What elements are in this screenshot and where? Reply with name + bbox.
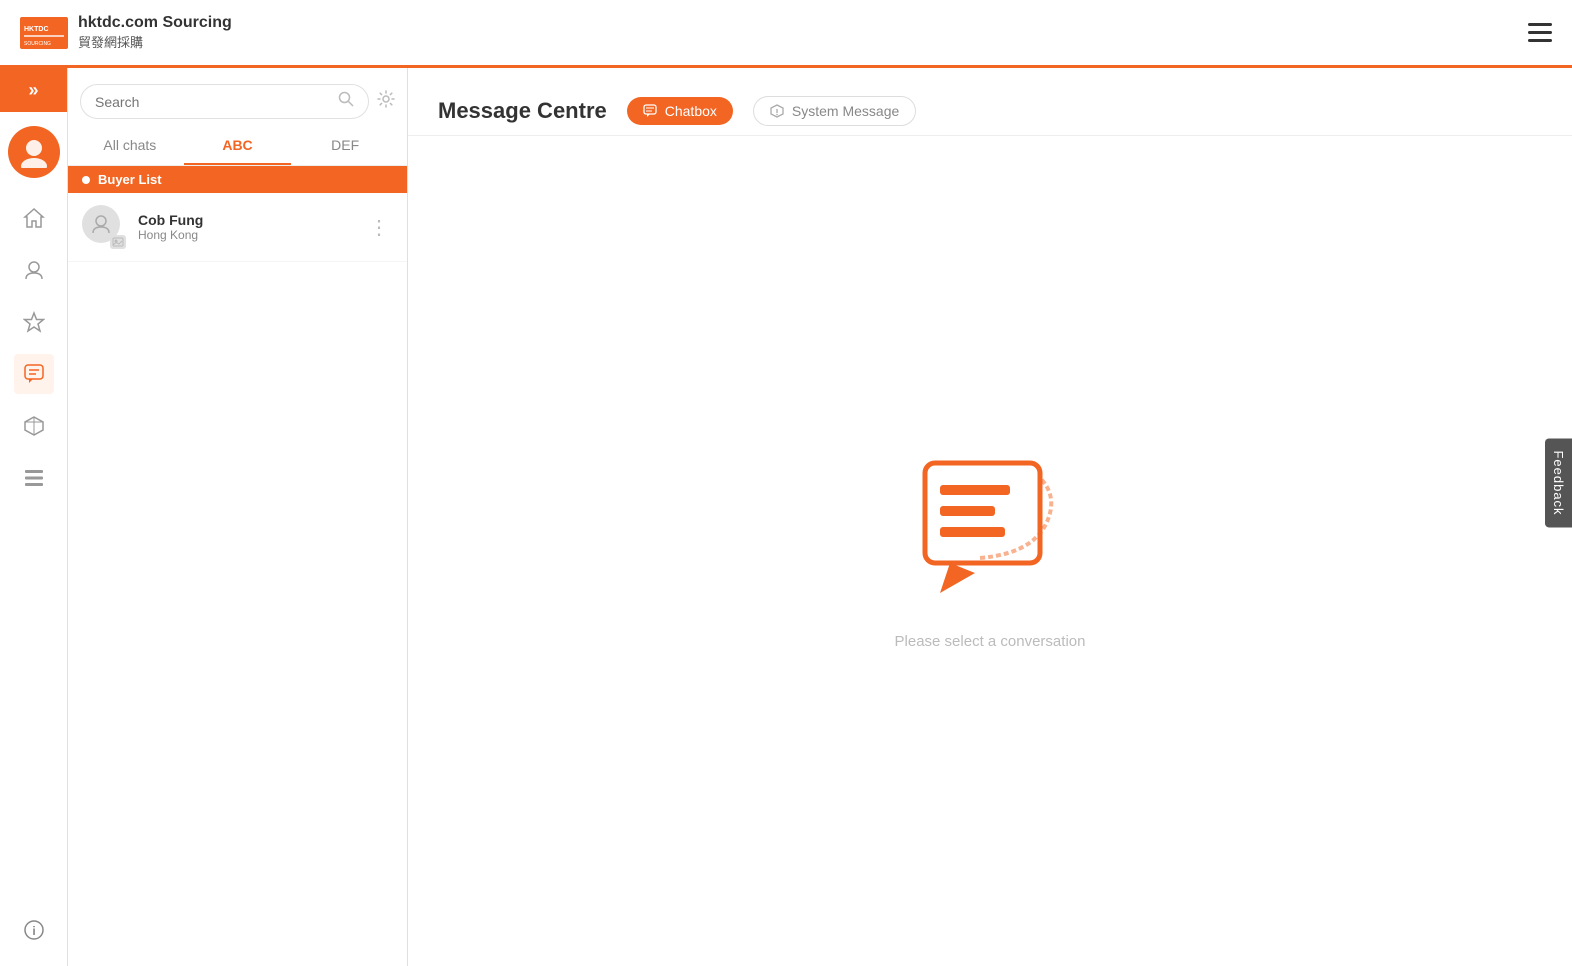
empty-conversation-area: Please select a conversation	[408, 136, 1572, 966]
svg-text:i: i	[32, 924, 35, 938]
contact-badge	[110, 235, 126, 249]
system-message-icon	[770, 104, 784, 118]
chat-tabs: All chats ABC DEF	[68, 127, 407, 166]
chat-panel: All chats ABC DEF Buyer List	[68, 68, 408, 966]
sidebar-item-chat[interactable]	[14, 354, 54, 394]
list-icon	[23, 467, 45, 489]
box-icon	[23, 415, 45, 437]
person-icon	[90, 213, 112, 235]
svg-text:SOURCING: SOURCING	[24, 41, 51, 47]
tab-abc[interactable]: ABC	[184, 127, 292, 165]
chat-icon	[23, 363, 45, 385]
page-header: Message Centre Chatbox System Message	[408, 68, 1572, 136]
avatar-icon	[18, 136, 50, 168]
svg-text:HKTDC: HKTDC	[24, 26, 49, 33]
sidebar-item-list[interactable]	[14, 458, 54, 498]
sidebar-item-star[interactable]	[14, 302, 54, 342]
hktdc-logo: HKTDC SOURCING	[20, 17, 68, 49]
contact-item[interactable]: Cob Fung Hong Kong ⋮	[68, 193, 407, 262]
toggle-icon: »	[28, 80, 38, 101]
empty-state-message: Please select a conversation	[895, 633, 1086, 650]
buyer-dot	[82, 176, 90, 184]
logo-area: HKTDC SOURCING hktdc.com Sourcing 貿發網採購	[20, 14, 232, 51]
tab-def[interactable]: DEF	[291, 127, 399, 165]
main-content: Message Centre Chatbox System Message	[408, 68, 1572, 966]
feedback-tab[interactable]: Feedback	[1545, 438, 1572, 527]
search-area	[68, 68, 407, 127]
user-avatar[interactable]	[8, 126, 60, 178]
main-layout: »	[0, 68, 1572, 966]
contact-location: Hong Kong	[138, 228, 365, 242]
home-icon	[23, 207, 45, 229]
user-icon	[23, 259, 45, 281]
star-icon	[23, 311, 45, 333]
sidebar-item-user[interactable]	[14, 250, 54, 290]
info-icon: i	[24, 920, 44, 940]
logo-text: hktdc.com Sourcing 貿發網採購	[78, 14, 232, 51]
badge-icon	[112, 237, 124, 247]
chat-bubble-illustration	[910, 453, 1070, 613]
hamburger-menu[interactable]	[1528, 23, 1552, 42]
search-icon	[338, 91, 354, 112]
chatbox-tab[interactable]: Chatbox	[627, 97, 733, 125]
sidebar-toggle-button[interactable]: »	[0, 68, 67, 112]
page-title: Message Centre	[438, 98, 607, 124]
sidebar-icons: »	[0, 68, 68, 966]
sidebar-item-box[interactable]	[14, 406, 54, 446]
chatbox-icon	[643, 104, 657, 118]
search-input[interactable]	[95, 94, 338, 110]
settings-icon[interactable]	[377, 90, 395, 113]
contact-more-button[interactable]: ⋮	[365, 211, 393, 244]
sidebar-item-home[interactable]	[14, 198, 54, 238]
contact-info: Cob Fung Hong Kong	[138, 212, 365, 242]
contact-name: Cob Fung	[138, 212, 365, 228]
contact-avatar	[82, 205, 126, 249]
site-name-zh: 貿發網採購	[78, 32, 232, 51]
system-message-tab[interactable]: System Message	[753, 96, 916, 126]
site-name: hktdc.com Sourcing	[78, 14, 232, 32]
info-button[interactable]: i	[14, 910, 54, 950]
search-input-wrap	[80, 84, 369, 119]
top-header: HKTDC SOURCING hktdc.com Sourcing 貿發網採購	[0, 0, 1572, 68]
tab-all-chats[interactable]: All chats	[76, 127, 184, 165]
buyer-list-label: Buyer List	[68, 166, 407, 193]
